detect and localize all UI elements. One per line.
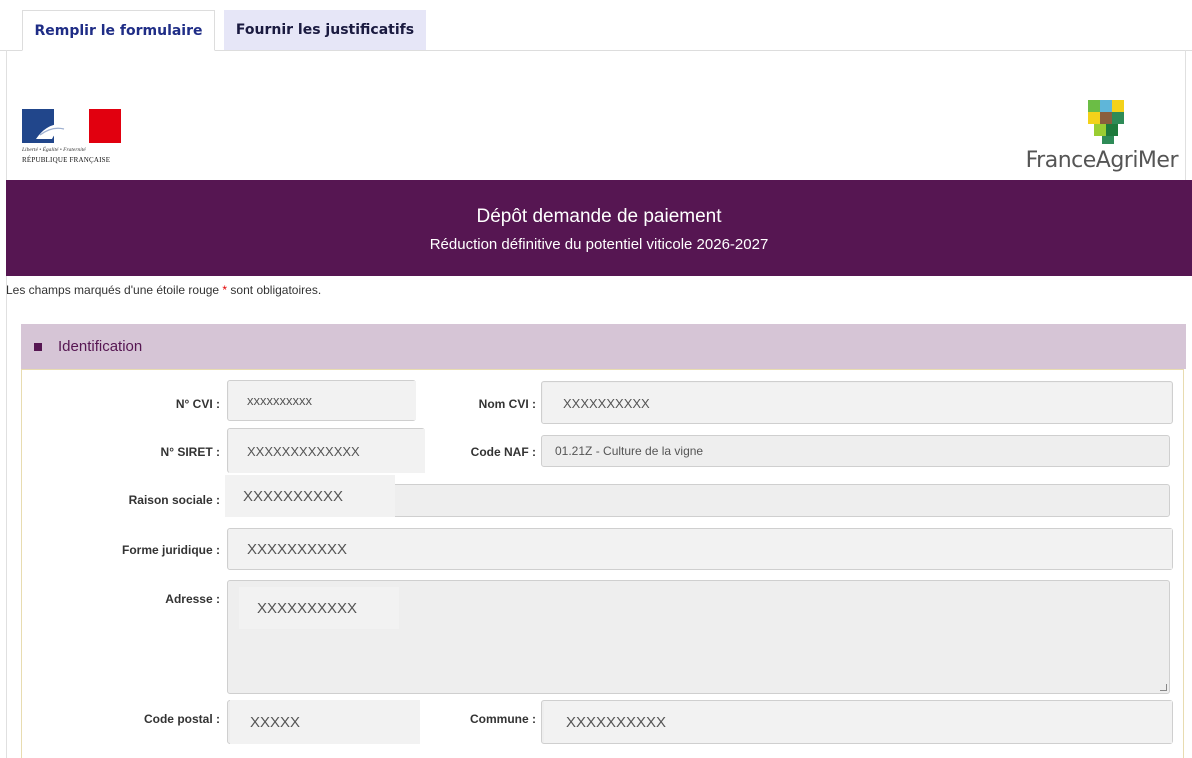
page-subtitle: Réduction définitive du potentiel vitico… bbox=[429, 236, 769, 253]
resize-handle-icon[interactable] bbox=[1160, 684, 1167, 691]
cvi-label: N° CVI : bbox=[175, 397, 220, 411]
notice-text-after: sont obligatoires. bbox=[227, 283, 322, 297]
marianne-icon bbox=[22, 109, 121, 143]
adresse-label: Adresse : bbox=[165, 592, 220, 606]
tab-remplir-formulaire[interactable]: Remplir le formulaire bbox=[22, 10, 215, 51]
mandatory-fields-notice: Les champs marqués d'une étoile rouge * … bbox=[6, 283, 321, 297]
republique-francaise-logo: Liberté • Égalité • Fraternité RÉPUBLIQU… bbox=[22, 109, 132, 171]
code-postal-value: XXXXX bbox=[230, 700, 420, 744]
siret-value: XXXXXXXXXXXXX bbox=[229, 429, 425, 473]
commune-label: Commune : bbox=[470, 712, 536, 726]
tab-fournir-justificatifs[interactable]: Fournir les justificatifs bbox=[224, 10, 426, 50]
commune-value: XXXXXXXXXX bbox=[544, 701, 1172, 743]
forme-juridique-value: XXXXXXXXXX bbox=[229, 529, 1172, 569]
nom-cvi-value: XXXXXXXXXX bbox=[543, 383, 1171, 423]
adresse-value: XXXXXXXXXX bbox=[239, 587, 399, 629]
franceagrimer-name: FranceAgriMer bbox=[1025, 148, 1179, 173]
page-left-border bbox=[6, 50, 7, 758]
page-right-border bbox=[1185, 50, 1186, 180]
republique-name: RÉPUBLIQUE FRANÇAISE bbox=[22, 156, 111, 164]
section-square-icon bbox=[34, 342, 42, 351]
code-naf-label: Code NAF : bbox=[470, 445, 536, 459]
forme-juridique-label: Forme juridique : bbox=[121, 543, 220, 557]
republique-motto: Liberté • Égalité • Fraternité bbox=[22, 147, 86, 153]
nom-cvi-label: Nom CVI : bbox=[478, 397, 536, 411]
page-banner: Dépôt demande de paiement Réduction défi… bbox=[6, 180, 1192, 276]
franceagrimer-mosaic-icon bbox=[1088, 100, 1124, 144]
raison-sociale-label: Raison sociale : bbox=[128, 493, 220, 507]
code-postal-label: Code postal : bbox=[143, 712, 220, 726]
siret-label: N° SIRET : bbox=[160, 445, 220, 459]
franceagrimer-logo: FranceAgriMer bbox=[1008, 100, 1179, 175]
tab-bar: Remplir le formulaire Fournir les justif… bbox=[0, 0, 1192, 51]
code-naf-value: 01.21Z - Culture de la vigne bbox=[555, 444, 704, 458]
raison-sociale-value: XXXXXXXXXX bbox=[225, 475, 395, 517]
section-identification-header[interactable]: Identification bbox=[21, 324, 1186, 369]
cvi-value: xxxxxxxxxx bbox=[229, 381, 416, 420]
page-title: Dépôt demande de paiement bbox=[476, 206, 722, 227]
section-title: Identification bbox=[58, 338, 143, 355]
notice-text-before: Les champs marqués d'une étoile rouge bbox=[6, 283, 223, 297]
